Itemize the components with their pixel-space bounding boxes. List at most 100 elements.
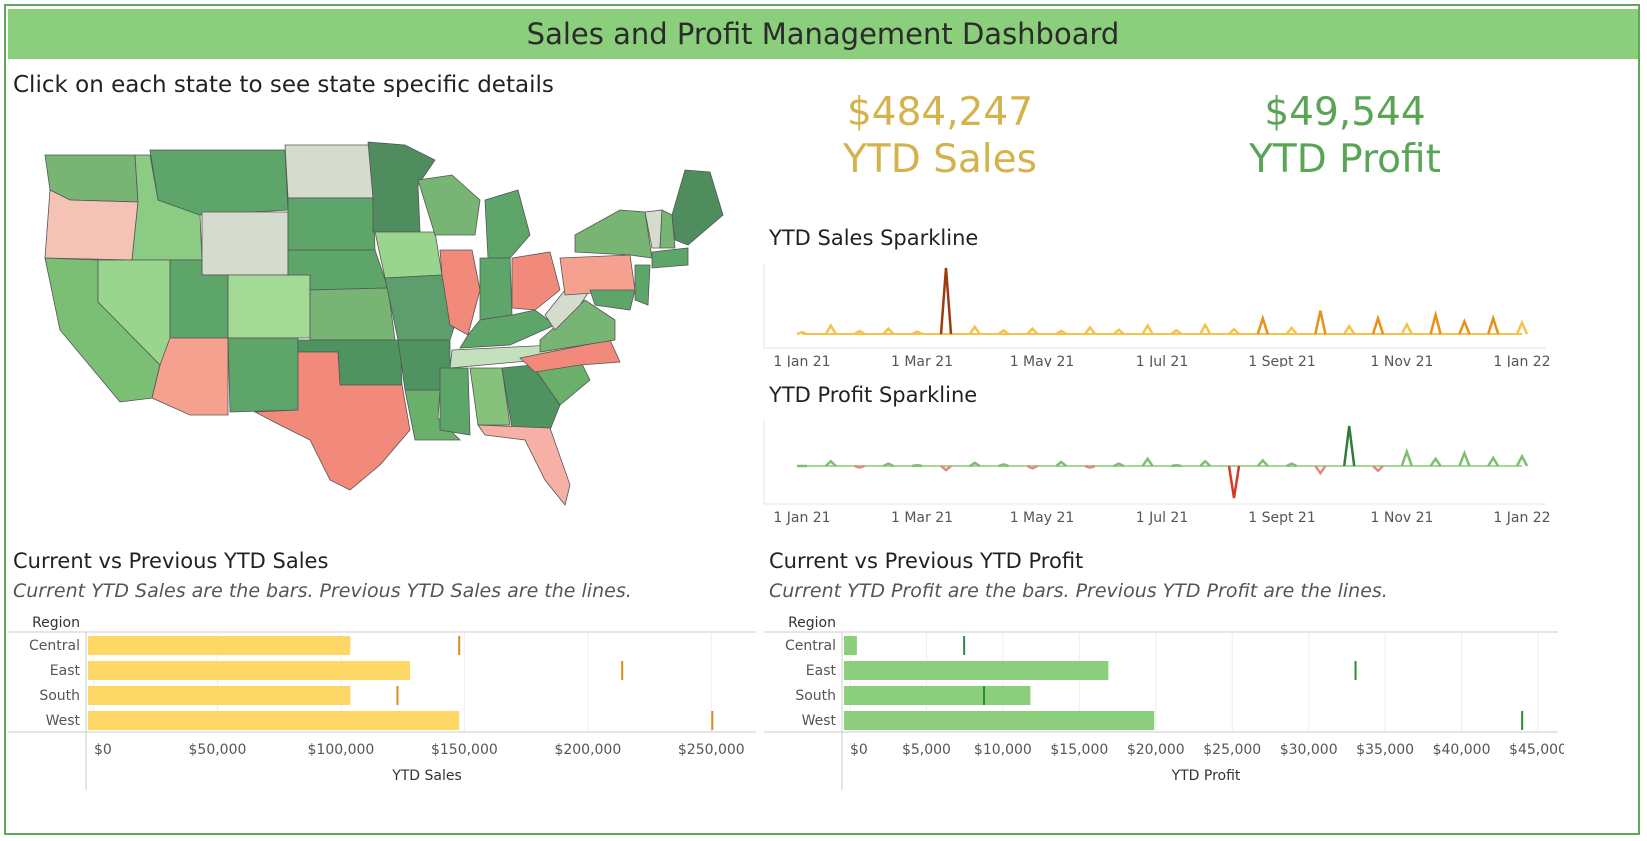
current-bar [844,686,1031,705]
row-header: Region [32,615,80,631]
state-ME[interactable] [671,169,724,246]
sales-sparkline-title: YTD Sales Sparkline [769,226,979,250]
spark-tick-label: 1 Jul 21 [1136,510,1189,526]
sales-sparkline-chart[interactable]: 1 Jan 21 1 Mar 21 1 May 21 1 Jul 21 1 Sept 2… [760,262,1550,367]
spark-tick-label: 1 May 21 [1010,354,1075,367]
state-NM[interactable] [227,337,299,413]
us-state-map[interactable] [40,140,730,520]
spark-tick-label: 1 Sept 21 [1248,510,1316,526]
state-ND[interactable] [284,144,374,199]
state-FL[interactable] [477,424,571,506]
spark-tick-label: 1 May 21 [1010,510,1075,526]
spark-point [1171,463,1182,468]
state-IN[interactable] [479,257,513,321]
sales-compare-chart[interactable]: Region $0 $50,000 $100,000 $150,000 $200,000 $… [8,610,758,795]
spark-point [1400,447,1413,467]
state-MA[interactable] [651,247,689,269]
spark-tick-label: 1 Mar 21 [891,510,953,526]
spark-tick-label: 1 Jan 21 [773,510,830,526]
spark-point [1429,309,1442,335]
x-tick-label: $40,000 [1433,742,1491,758]
previous-marker [1521,711,1524,730]
x-tick-label: $0 [94,742,112,758]
kpi-profit-label: YTD Profit [1249,137,1441,182]
state-MI[interactable] [484,189,531,259]
state-WY[interactable] [201,211,289,276]
state-IA[interactable] [374,231,443,279]
dashboard-title: Sales and Profit Management Dashboard [8,9,1638,59]
profit-compare-chart[interactable]: Region $0 $5,000 $10,000 $15,000 $20,000 $25,0… [764,610,1564,795]
current-bar [844,661,1109,680]
x-axis-title: YTD Sales [391,768,462,784]
category-label: South [39,688,80,704]
current-bar [88,636,351,655]
x-tick-label: $100,000 [308,742,375,758]
spark-tick-label: 1 Mar 21 [891,354,953,367]
spark-point [1487,455,1500,467]
map-instruction: Click on each state to see state specifi… [13,72,554,98]
state-MS[interactable] [439,367,471,436]
profit-compare-subtitle: Current YTD Profit are the bars. Previou… [769,580,1388,602]
state-WI[interactable] [417,174,481,236]
previous-marker [963,636,966,655]
kpi-sales-label: YTD Sales [843,137,1037,182]
state-NY[interactable] [574,209,653,259]
x-tick-label: $50,000 [189,742,247,758]
current-bar [844,711,1155,730]
state-SD[interactable] [287,197,376,251]
x-tick-label: $25,000 [1203,742,1261,758]
previous-marker [983,686,986,705]
spark-tick-label: 1 Jul 21 [1136,354,1189,367]
x-tick-label: $35,000 [1356,742,1414,758]
previous-marker [711,711,714,730]
current-bar [844,636,857,655]
state-MD[interactable] [589,289,636,311]
x-tick-label: $45,000 [1509,742,1564,758]
spark-tick-label: 1 Jan 22 [1493,354,1550,367]
spark-point [1487,314,1500,335]
x-tick-label: $5,000 [902,742,951,758]
state-OH[interactable] [511,251,561,311]
spark-tick-label: 1 Nov 21 [1371,354,1434,367]
previous-marker [396,686,399,705]
profit-sparkline-title: YTD Profit Sparkline [769,383,978,407]
spark-point [1400,321,1413,335]
row-header: Region [788,615,836,631]
category-label: West [802,713,837,729]
current-bar [88,661,411,680]
category-label: Central [785,638,836,654]
spark-tick-label: 1 Jan 22 [1493,510,1550,526]
current-bar [88,686,351,705]
spark-point [1314,310,1327,335]
spark-point [1458,318,1471,335]
profit-compare-title: Current vs Previous YTD Profit [769,549,1084,573]
category-label: South [795,688,836,704]
x-tick-label: $20,000 [1127,742,1185,758]
spark-point [1256,314,1269,335]
spark-point [1371,314,1385,335]
state-NJ[interactable] [634,264,651,306]
category-label: West [46,713,81,729]
spark-tick-label: 1 Sept 21 [1248,354,1316,367]
spark-point [824,323,837,335]
spark-point [1343,323,1356,335]
spark-point [912,463,923,468]
previous-marker [458,636,461,655]
x-axis-title: YTD Profit [1171,768,1241,784]
x-tick-label: $250,000 [678,742,745,758]
kpi-sales: $484,247 YTD Sales [790,90,1090,182]
category-label: Central [29,638,80,654]
kpi-sales-value: $484,247 [846,90,1034,135]
spark-point [1515,453,1529,467]
x-tick-label: $30,000 [1280,742,1338,758]
state-CO[interactable] [227,274,311,339]
profit-sparkline-chart[interactable]: 1 Jan 21 1 Mar 21 1 May 21 1 Jul 21 1 Sept 2… [760,418,1550,528]
x-tick-label: $150,000 [431,742,498,758]
category-label: East [806,663,837,679]
spark-point [1227,465,1241,499]
spark-point [939,267,953,335]
spark-point [968,324,981,335]
state-PA[interactable] [559,254,636,296]
state-KS[interactable] [309,287,396,341]
kpi-profit: $49,544 YTD Profit [1195,90,1495,182]
